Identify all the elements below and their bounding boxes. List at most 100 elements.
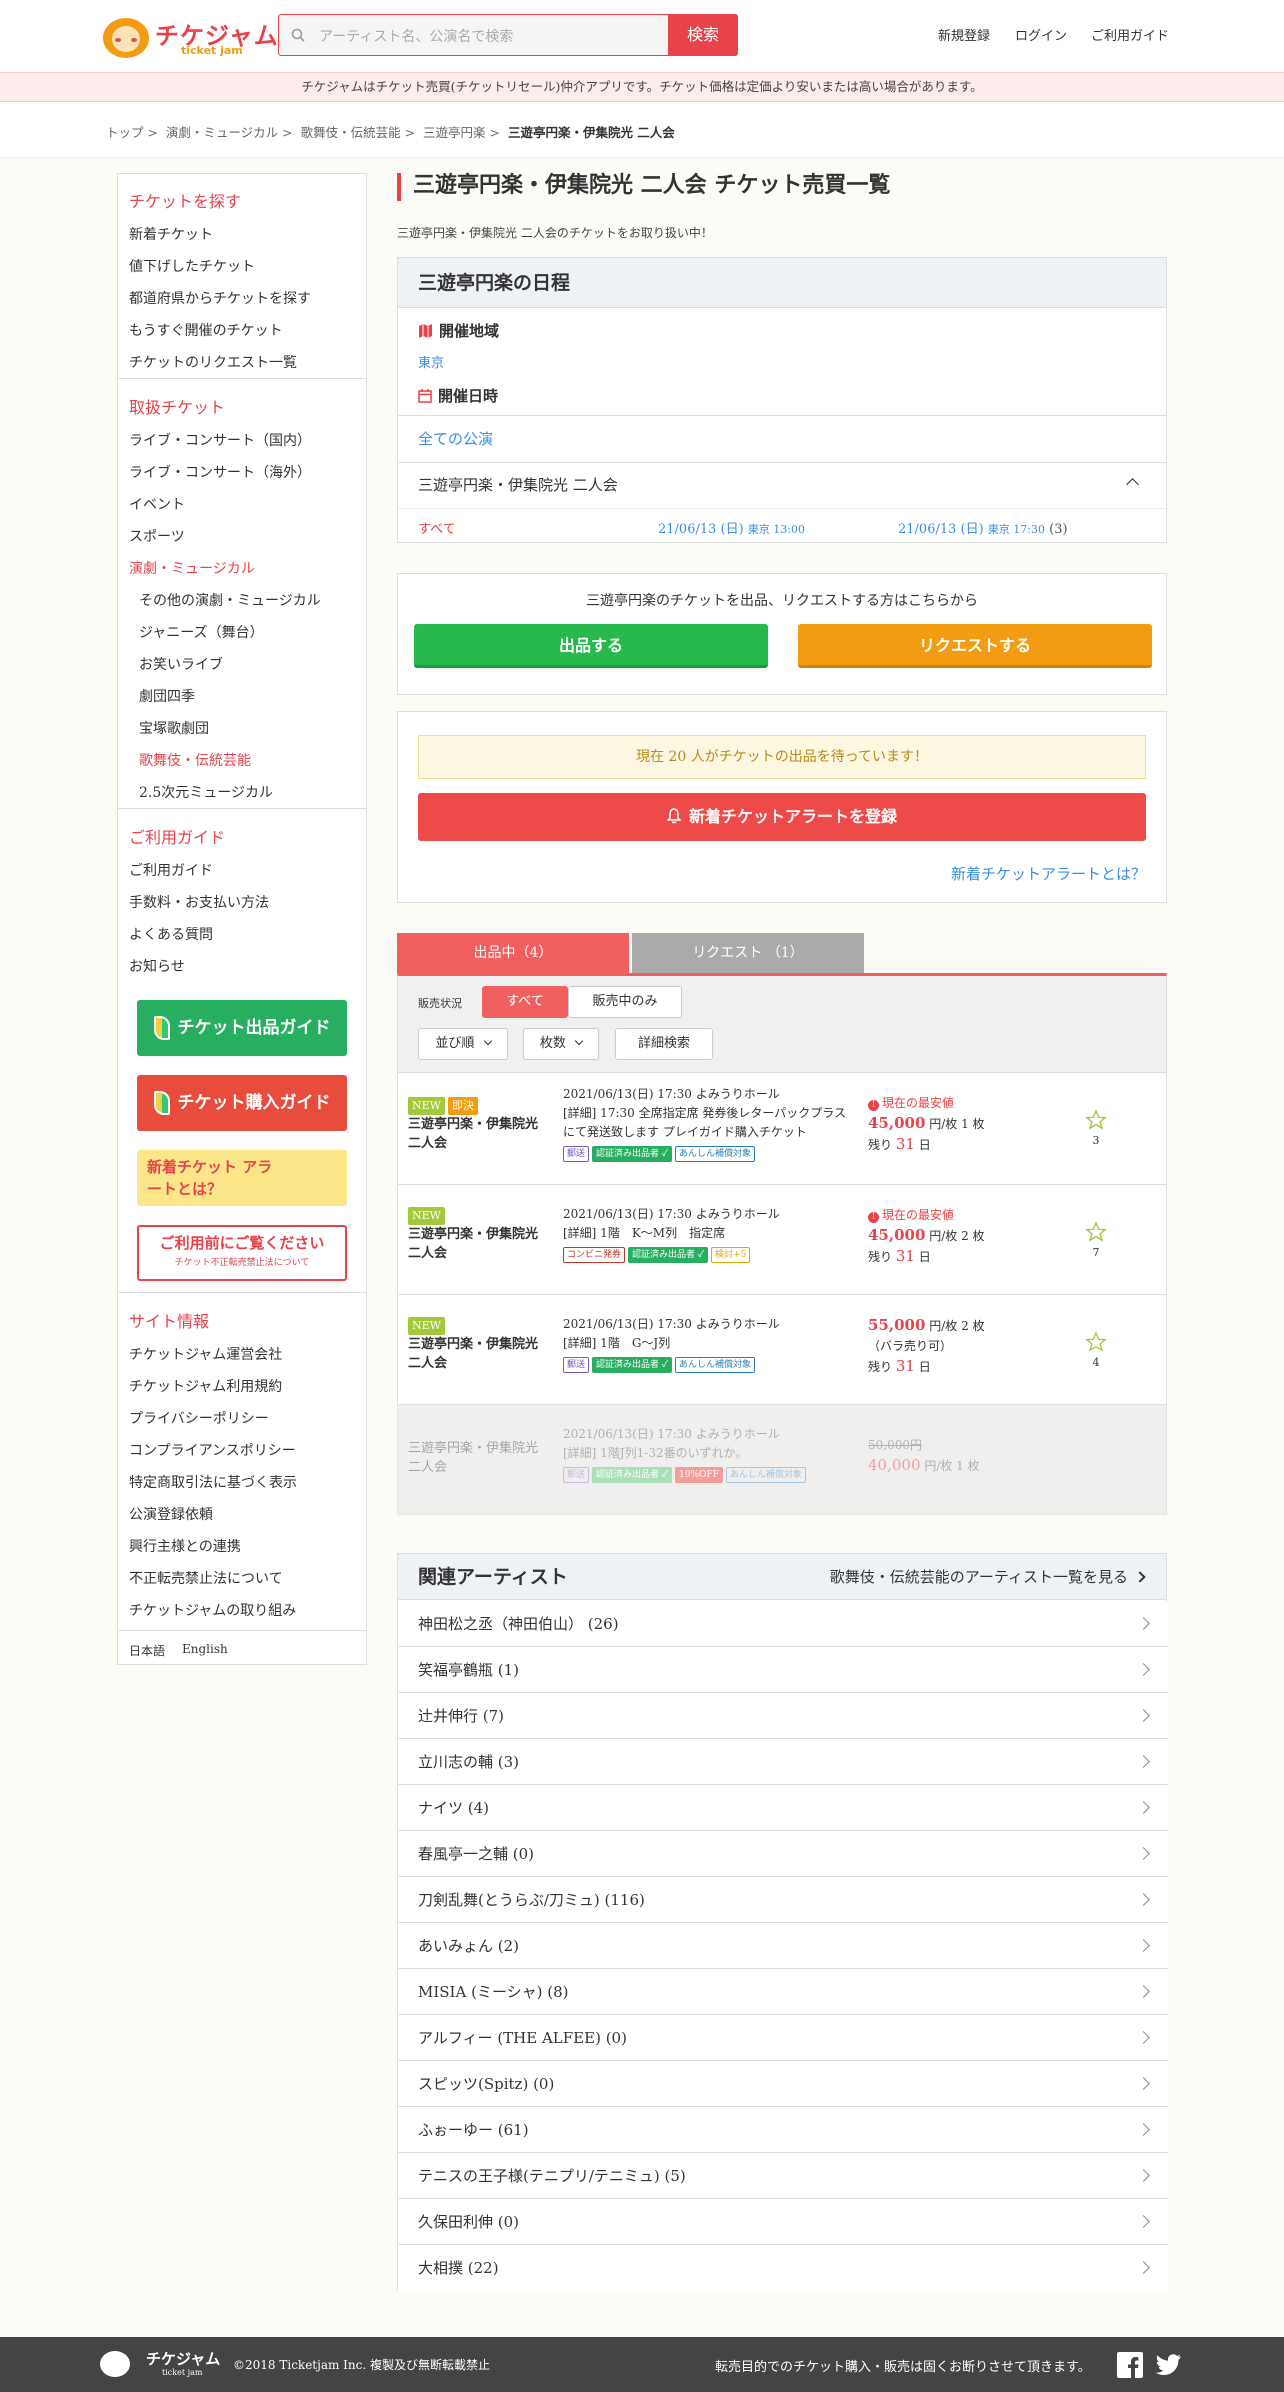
listing-row[interactable]: NEW 即決 三遊亭円楽・伊集院光 二人会 2021/06/13(日) 17:30… bbox=[397, 1073, 1167, 1185]
breadcrumb-item[interactable]: 歌舞伎・伝統芸能 bbox=[301, 125, 401, 140]
search-button[interactable]: 検索 bbox=[668, 14, 738, 56]
date-option[interactable]: 21/06/13 (日) 東京 13:00 bbox=[658, 518, 805, 537]
date-option[interactable]: 21/06/13 (日) 東京 17:30 (3) bbox=[898, 518, 1068, 537]
facebook-icon[interactable] bbox=[1117, 2352, 1143, 2378]
sidebar-item[interactable]: イベント bbox=[129, 494, 185, 514]
sidebar-subitem[interactable]: 宝塚歌劇団 bbox=[139, 718, 209, 738]
sell-button[interactable]: 出品する bbox=[414, 624, 768, 668]
artist-link[interactable]: 辻井伸行 (7) bbox=[398, 1693, 1168, 1739]
sidebar-subitem[interactable]: 2.5次元ミュージカル bbox=[139, 782, 273, 802]
alert-banner[interactable]: 新着チケット アラートとは？ bbox=[137, 1150, 347, 1206]
tab-requests[interactable]: リクエスト （1） bbox=[632, 933, 864, 973]
sell-guide-banner[interactable]: チケット出品ガイド bbox=[137, 1000, 347, 1056]
count-select[interactable]: 枚数 bbox=[523, 1028, 599, 1060]
breadcrumb-item[interactable]: 三遊亭円楽 bbox=[423, 125, 486, 140]
calendar-icon bbox=[418, 389, 432, 403]
sidebar-item[interactable]: チケットのリクエスト一覧 bbox=[129, 352, 297, 372]
signup-link[interactable]: 新規登録 bbox=[938, 25, 990, 44]
date-filter-all[interactable]: すべて bbox=[418, 518, 456, 537]
sidebar-item[interactable]: チケットジャム利用規約 bbox=[129, 1376, 282, 1396]
waiting-message: 現在 20 人がチケットの出品を待っています！ bbox=[418, 735, 1146, 779]
tab-listings[interactable]: 出品中（4） bbox=[397, 933, 629, 973]
register-alert-button[interactable]: 新着チケットアラートを登録 bbox=[418, 793, 1146, 841]
chevron-down-icon bbox=[483, 1036, 492, 1046]
sidebar-item[interactable]: ライブ・コンサート（海外） bbox=[129, 462, 311, 482]
artist-link[interactable]: 笑福亭鶴瓶 (1) bbox=[398, 1647, 1168, 1693]
sidebar-item[interactable]: コンプライアンスポリシー bbox=[129, 1440, 296, 1460]
sidebar-item[interactable]: ご利用ガイド bbox=[129, 860, 213, 880]
listing-row[interactable]: NEW 三遊亭円楽・伊集院光 二人会 2021/06/13(日) 17:30 よ… bbox=[397, 1295, 1167, 1405]
favorite-button[interactable]: 3 bbox=[1084, 1109, 1108, 1147]
sidebar-item[interactable]: 公演登録依頼 bbox=[129, 1504, 213, 1524]
region-value-link[interactable]: 東京 bbox=[418, 352, 444, 371]
sidebar-subitem[interactable]: お笑いライブ bbox=[139, 654, 223, 674]
warning-banner[interactable]: ご利用前にご覧ください チケット不正転売禁止法について bbox=[137, 1225, 347, 1281]
artist-link[interactable]: 立川志の輔 (3) bbox=[398, 1739, 1168, 1785]
artist-link[interactable]: テニスの王子様(テニプリ/テニミュ) (5) bbox=[398, 2153, 1168, 2199]
sidebar-item[interactable]: チケットジャム運営会社 bbox=[129, 1344, 282, 1364]
sidebar-subitem[interactable]: ジャニーズ（舞台） bbox=[139, 622, 264, 642]
sidebar-item[interactable]: ライブ・コンサート（国内） bbox=[129, 430, 311, 450]
search-placeholder: アーティスト名、公演名で検索 bbox=[319, 29, 514, 45]
artist-link[interactable]: 刀剣乱舞(とうらぶ/刀ミュ) (116) bbox=[398, 1877, 1168, 1923]
guide-link[interactable]: ご利用ガイド bbox=[1091, 25, 1169, 44]
favorite-button[interactable]: 7 bbox=[1084, 1221, 1108, 1259]
artist-link[interactable]: ふぉーゆー (61) bbox=[398, 2107, 1168, 2153]
chevron-down-icon bbox=[574, 1036, 584, 1046]
artist-link[interactable]: 大相撲 (22) bbox=[398, 2245, 1168, 2291]
artist-link[interactable]: 神田松之丞（神田伯山） (26) bbox=[398, 1601, 1168, 1647]
sidebar-subitem-active[interactable]: 歌舞伎・伝統芸能 bbox=[139, 750, 251, 770]
related-all-link[interactable]: 歌舞伎・伝統芸能のアーティスト一覧を見る bbox=[830, 1554, 1128, 1600]
sidebar-item[interactable]: 都道府県からチケットを探す bbox=[129, 288, 311, 308]
badge-verified: 認証済み出品者 ✓ bbox=[592, 1145, 673, 1162]
sidebar-item[interactable]: 特定商取引法に基づく表示 bbox=[129, 1472, 297, 1492]
all-events-link[interactable]: 全ての公演 bbox=[418, 428, 493, 449]
listing-info: 2021/06/13(日) 17:30 よみうりホール [詳細] 17:30 全… bbox=[563, 1085, 853, 1163]
artist-link[interactable]: アルフィー (THE ALFEE) (0) bbox=[398, 2015, 1168, 2061]
sidebar-item[interactable]: 手数料・お支払い方法 bbox=[129, 892, 269, 912]
sort-select[interactable]: 並び順 bbox=[418, 1028, 508, 1060]
collapse-chevron-icon[interactable] bbox=[1126, 478, 1139, 491]
login-link[interactable]: ログイン bbox=[1015, 25, 1067, 44]
sidebar-item[interactable]: プライバシーポリシー bbox=[129, 1408, 269, 1428]
filter-onsale-button[interactable]: 販売中のみ bbox=[568, 986, 682, 1018]
badge-protection: あんしん補償対象 bbox=[675, 1145, 756, 1162]
lang-en-link[interactable]: English bbox=[182, 1642, 228, 1656]
artist-link[interactable]: あいみょん (2) bbox=[398, 1923, 1168, 1969]
artist-link[interactable]: 春風亭一之輔 (0) bbox=[398, 1831, 1168, 1877]
sidebar-item[interactable]: 興行主様との連携 bbox=[129, 1536, 241, 1556]
sidebar-item[interactable]: もうすぐ開催のチケット bbox=[129, 320, 283, 340]
event-name: 三遊亭円楽・伊集院光 二人会 bbox=[418, 476, 618, 494]
sidebar-item[interactable]: スポーツ bbox=[129, 526, 185, 546]
sidebar-item[interactable]: チケットジャムの取り組み bbox=[129, 1600, 296, 1620]
request-button[interactable]: リクエストする bbox=[798, 624, 1152, 668]
sidebar-item[interactable]: 不正転売禁止法について bbox=[129, 1568, 283, 1588]
sidebar-item[interactable]: お知らせ bbox=[129, 956, 185, 976]
breadcrumb-item[interactable]: 演劇・ミュージカル bbox=[166, 125, 278, 140]
listing-row[interactable]: NEW 三遊亭円楽・伊集院光 二人会 2021/06/13(日) 17:30 よ… bbox=[397, 1185, 1167, 1295]
sidebar-item[interactable]: 新着チケット bbox=[129, 224, 213, 244]
logo[interactable]: チケジャム ticket jam bbox=[103, 14, 278, 60]
detail-search-button[interactable]: 詳細検索 bbox=[615, 1028, 713, 1060]
sidebar-item[interactable]: よくある質問 bbox=[129, 924, 213, 944]
artist-link[interactable]: MISIA (ミーシャ) (8) bbox=[398, 1969, 1168, 2015]
sidebar-subitem[interactable]: 劇団四季 bbox=[139, 686, 195, 706]
artist-link[interactable]: ナイツ (4) bbox=[398, 1785, 1168, 1831]
badge-convenience: コンビニ発券 bbox=[563, 1246, 626, 1263]
sidebar-item-active[interactable]: 演劇・ミュージカル bbox=[129, 558, 255, 578]
badge-protection: あんしん補償対象 bbox=[725, 1466, 806, 1483]
breadcrumb-item[interactable]: トップ bbox=[106, 125, 144, 140]
lang-ja-link[interactable]: 日本語 bbox=[129, 1642, 165, 1659]
favorite-button[interactable]: 4 bbox=[1084, 1331, 1108, 1369]
listing-row-sold[interactable]: 三遊亭円楽・伊集院光 二人会 2021/06/13(日) 17:30 よみうりホ… bbox=[397, 1405, 1167, 1515]
sidebar-subitem[interactable]: その他の演劇・ミュージカル bbox=[139, 590, 321, 610]
tag-group: NEW 即決 bbox=[408, 1097, 481, 1115]
buy-guide-banner[interactable]: チケット購入ガイド bbox=[137, 1075, 347, 1131]
artist-link[interactable]: 久保田利伸 (0) bbox=[398, 2199, 1168, 2245]
artist-link[interactable]: スピッツ(Spitz) (0) bbox=[398, 2061, 1168, 2107]
sidebar-item[interactable]: 値下げしたチケット bbox=[129, 256, 255, 276]
twitter-icon[interactable] bbox=[1156, 2354, 1182, 2376]
alert-info-link[interactable]: 新着チケットアラートとは？ bbox=[951, 863, 1146, 884]
listing-price: 55,000 円/枚 2 枚 （バラ売り可） 残り 31 日 bbox=[868, 1316, 985, 1375]
filter-all-button[interactable]: すべて bbox=[482, 986, 568, 1018]
